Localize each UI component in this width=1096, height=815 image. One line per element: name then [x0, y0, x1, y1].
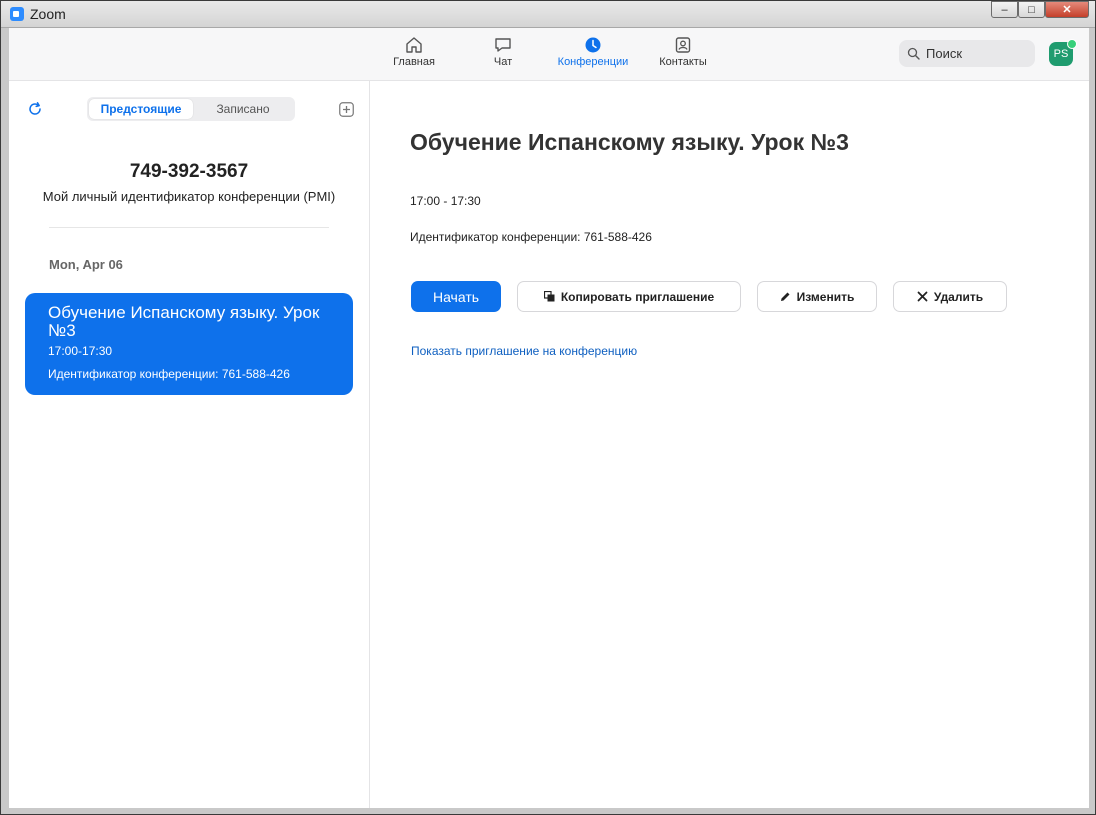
close-button[interactable]: ✕ [1045, 1, 1089, 18]
nav-chat[interactable]: Чат [458, 36, 548, 68]
nav-home[interactable]: Главная [369, 36, 459, 68]
add-meeting-icon[interactable] [339, 102, 354, 117]
nav-meetings-label: Конференции [557, 56, 629, 68]
nav-contacts-label: Контакты [659, 56, 707, 68]
zoom-app-icon [10, 7, 24, 21]
pencil-icon [780, 292, 790, 301]
zoom-window: Zoom – □ ✕ Главная Чат Конференции Конта… [0, 0, 1096, 815]
delete-label: Удалить [933, 289, 984, 304]
pmi-number[interactable]: 749-392-3567 [9, 161, 369, 183]
minimize-button[interactable]: – [991, 1, 1018, 18]
search-placeholder: Поиск [926, 46, 963, 61]
delete-button[interactable]: Удалить [893, 281, 1007, 312]
nav-meetings[interactable]: Конференции [548, 36, 638, 68]
meeting-card-title: Обучение Испанскому языку. Урок №3 [48, 303, 320, 340]
edit-button[interactable]: Изменить [757, 281, 877, 312]
meetings-sidebar: Предстоящие Записано 749-392-3567 Мой ли… [9, 81, 370, 808]
nav-home-label: Главная [393, 56, 435, 68]
divider [49, 227, 329, 228]
meeting-details: Обучение Испанскому языку. Урок №3 17:00… [370, 81, 1089, 808]
nav-contacts[interactable]: Контакты [638, 36, 728, 68]
tab-upcoming[interactable]: Предстоящие [89, 99, 193, 119]
meeting-card-id: Идентификатор конференции: 761-588-426 [48, 367, 290, 381]
copy-invitation-label: Копировать приглашение [560, 289, 715, 304]
tab-recorded[interactable]: Записано [193, 99, 293, 119]
contacts-icon [675, 37, 691, 53]
chat-icon [495, 38, 511, 52]
meeting-card-time: 17:00-17:30 [48, 344, 113, 358]
title-bar: Zoom – □ ✕ [1, 1, 1095, 28]
meeting-id: Идентификатор конференции: 761-588-426 [410, 230, 652, 244]
clock-icon [585, 37, 601, 53]
search-input[interactable]: Поиск [899, 40, 1035, 67]
copy-invitation-button[interactable]: Копировать приглашение [517, 281, 741, 312]
search-icon [907, 47, 920, 60]
top-navigation: Главная Чат Конференции Контакты Поиск P… [9, 28, 1089, 81]
edit-label: Изменить [796, 289, 855, 304]
meeting-time: 17:00 - 17:30 [410, 194, 481, 208]
meeting-card-selected[interactable]: Обучение Испанскому языку. Урок №3 17:00… [25, 293, 353, 395]
window-controls: – □ ✕ [991, 1, 1089, 19]
meeting-title: Обучение Испанскому языку. Урок №3 [410, 129, 849, 155]
close-icon [917, 291, 928, 302]
online-status-dot [1067, 39, 1077, 49]
date-header: Mon, Apr 06 [49, 257, 123, 272]
meetings-tab-switch: Предстоящие Записано [87, 97, 295, 121]
copy-icon [543, 291, 555, 302]
show-invitation-link[interactable]: Показать приглашение на конференцию [411, 344, 637, 358]
start-button[interactable]: Начать [411, 281, 501, 312]
app-client-area: Главная Чат Конференции Контакты Поиск P… [9, 28, 1089, 808]
home-icon [406, 37, 422, 53]
refresh-icon[interactable] [27, 101, 43, 117]
nav-chat-label: Чат [493, 56, 513, 68]
pmi-label: Мой личный идентификатор конференции (PM… [42, 189, 336, 204]
maximize-button[interactable]: □ [1018, 1, 1045, 18]
window-title: Zoom [30, 6, 66, 22]
